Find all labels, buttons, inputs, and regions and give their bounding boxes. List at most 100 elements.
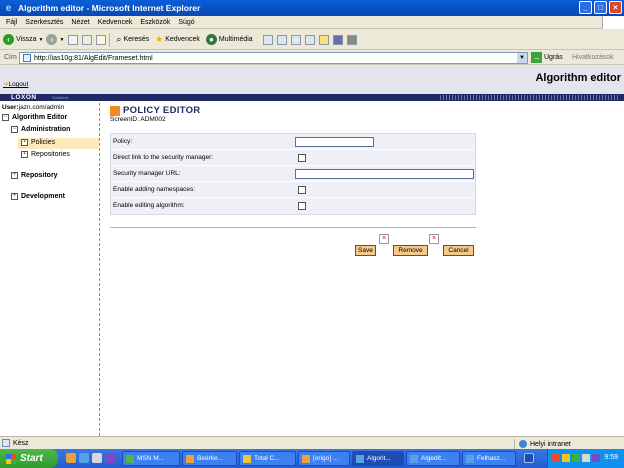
form-row-editing: Enable editing algorithm: — [111, 198, 475, 214]
nav-development[interactable]: + Development — [11, 193, 65, 200]
minimize-button[interactable]: _ — [579, 1, 592, 14]
task-total-commander[interactable]: Total C... — [239, 451, 296, 466]
menu-favorites[interactable]: Kedvencek — [98, 19, 133, 26]
sidebar-item-policies-label: Policies — [31, 139, 56, 146]
start-button[interactable]: Start — [0, 449, 58, 468]
print-icon[interactable] — [290, 34, 301, 45]
forward-dropdown-icon[interactable]: ▼ — [59, 37, 64, 43]
tray-icon[interactable] — [592, 454, 600, 462]
tray-icon[interactable] — [572, 454, 580, 462]
policy-input[interactable] — [295, 137, 374, 147]
sidebar-item-repositories[interactable]: ▪ Repositories — [21, 151, 70, 158]
favorites-star-icon: ★ — [155, 34, 164, 44]
maximize-button[interactable]: □ — [594, 1, 607, 14]
logout-label: Logout — [8, 81, 29, 88]
sidebar-item-repositories-label: Repositories — [31, 151, 70, 158]
sm-url-input[interactable] — [295, 169, 474, 179]
media-label: Multimédia — [218, 36, 253, 43]
start-label: Start — [20, 453, 43, 464]
quicklaunch-icon[interactable] — [92, 453, 102, 463]
task-algedit[interactable]: Algedit... — [406, 451, 460, 466]
direct-link-label: Direct link to the security manager: — [113, 154, 214, 161]
quicklaunch-icon[interactable] — [66, 453, 76, 463]
tray-icon[interactable] — [582, 454, 590, 462]
expand-icon[interactable]: + — [11, 193, 18, 200]
ie-icon — [466, 454, 474, 463]
links-button[interactable]: Hivatkozások — [572, 54, 614, 61]
policy-label: Policy: — [113, 138, 133, 145]
forward-arrow-icon: › — [46, 34, 58, 45]
collapse-icon[interactable]: − — [2, 114, 9, 121]
quicklaunch-icon[interactable] — [105, 453, 115, 463]
menu-view[interactable]: Nézet — [71, 19, 89, 26]
broken-image-icon: × — [429, 234, 439, 244]
task-inbox[interactable]: Beérke... — [182, 451, 237, 466]
home-icon[interactable] — [96, 34, 107, 45]
tray-icon[interactable] — [552, 454, 560, 462]
task-label: Algorit... — [367, 455, 391, 462]
research-icon[interactable] — [346, 34, 357, 45]
close-button[interactable]: × — [609, 1, 622, 14]
cancel-button[interactable]: Cancel — [443, 245, 474, 256]
direct-link-checkbox[interactable] — [298, 154, 306, 162]
task-origo[interactable]: [origo] ... — [298, 451, 350, 466]
messenger-icon[interactable] — [332, 34, 343, 45]
address-dropdown-icon[interactable]: ▼ — [517, 53, 527, 63]
edit-icon[interactable] — [304, 34, 315, 45]
status-bar: Kész Helyi intranet — [0, 436, 624, 449]
user-line: User:jazn.com/admin — [2, 104, 64, 111]
editing-checkbox[interactable] — [298, 202, 306, 210]
nav-administration[interactable]: − Administration — [11, 126, 70, 133]
quicklaunch-icon[interactable] — [79, 453, 89, 463]
forward-button[interactable]: › ▼ — [46, 34, 64, 45]
media-button[interactable]: ● Multimédia — [205, 34, 253, 45]
nav-administration-label: Administration — [21, 126, 71, 133]
app-title: Algorithm editor — [535, 72, 621, 84]
search-icon: ⌕ — [116, 34, 122, 44]
ie-icon — [410, 454, 418, 463]
task-felhasz[interactable]: Felhasz... — [462, 451, 516, 466]
menu-tools[interactable]: Eszközök — [140, 19, 170, 26]
namespaces-checkbox[interactable] — [298, 186, 306, 194]
task-msn[interactable]: MSN M... — [122, 451, 180, 466]
browser-icon — [302, 454, 310, 463]
window-controls: _ □ × — [579, 1, 622, 14]
task-algorithm-editor[interactable]: Algorit... — [352, 451, 404, 466]
search-button[interactable]: ⌕ Keresés — [116, 34, 149, 45]
mail-icon[interactable] — [276, 34, 287, 45]
collapse-icon[interactable]: − — [11, 126, 18, 133]
tray-icon[interactable] — [562, 454, 570, 462]
repositories-item-icon: ▪ — [21, 151, 28, 158]
nav-repository[interactable]: + Repository — [11, 172, 58, 179]
stop-icon[interactable] — [68, 34, 79, 45]
folder-icon[interactable] — [318, 34, 329, 45]
sm-url-label: Security manager URL: — [113, 170, 181, 177]
menu-file[interactable]: Fájl — [6, 19, 17, 26]
favorites-button[interactable]: ★ Kedvencek — [155, 34, 200, 45]
remove-button[interactable]: Remove — [393, 245, 428, 256]
page-status-icon — [2, 439, 10, 447]
policy-form: Policy: Direct link to the security mana… — [110, 133, 476, 215]
nav-repository-label: Repository — [21, 172, 58, 179]
window-titlebar[interactable]: e Algorithm editor - Microsoft Internet … — [0, 0, 624, 16]
form-row-namespaces: Enable adding namespaces: — [111, 182, 475, 198]
menu-help[interactable]: Súgó — [178, 19, 194, 26]
expand-icon[interactable]: + — [11, 172, 18, 179]
language-indicator-icon[interactable] — [524, 453, 534, 463]
msn-icon — [126, 454, 134, 463]
page-title: POLICY EDITOR — [123, 105, 201, 116]
sidebar-item-policies[interactable]: ▪ Policies — [21, 139, 55, 146]
folder-icon — [243, 454, 251, 463]
logout-link[interactable]: ➔Logout — [3, 80, 28, 88]
back-button[interactable]: ‹ Vissza ▼ — [3, 34, 43, 45]
address-input[interactable]: http://ias10g:81/AlgEdit/Frameset.html ▼ — [19, 52, 528, 64]
back-dropdown-icon[interactable]: ▼ — [39, 37, 44, 43]
go-button[interactable]: → Ugrás — [531, 52, 563, 63]
menu-edit[interactable]: Szerkesztés — [25, 19, 63, 26]
refresh-icon[interactable] — [82, 34, 93, 45]
nav-root-label: Algorithm Editor — [12, 114, 68, 121]
nav-root[interactable]: − Algorithm Editor — [2, 114, 67, 121]
history-icon[interactable] — [262, 34, 273, 45]
task-label: Algedit... — [421, 455, 447, 462]
save-button[interactable]: Save — [355, 245, 376, 256]
